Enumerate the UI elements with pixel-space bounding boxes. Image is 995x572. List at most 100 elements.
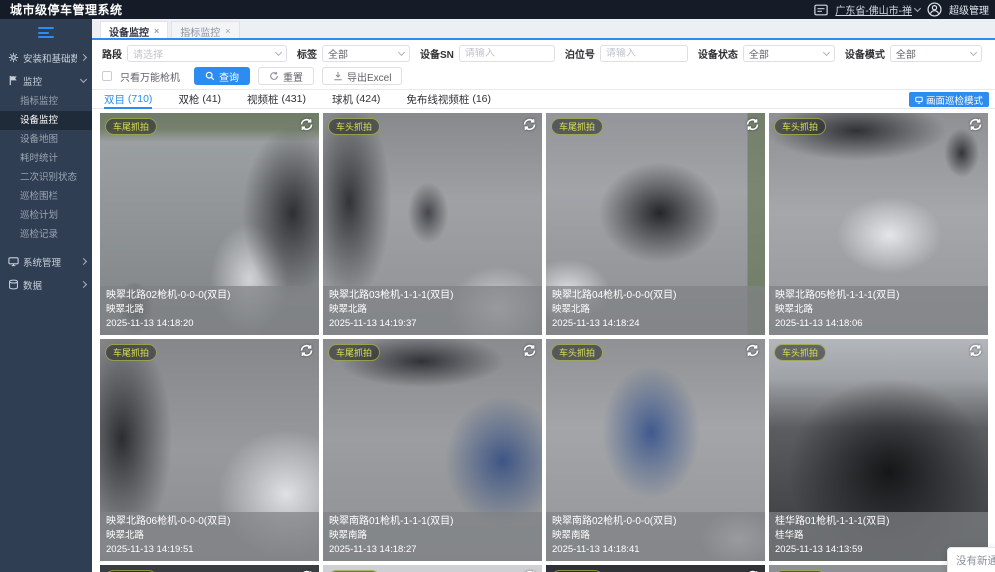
sidebar-item-patrol-fence[interactable]: 巡检围栏 xyxy=(0,187,92,206)
camera-card[interactable]: 车头抓拍 桂华路01枪机-1-1-1(双目) 桂华路 2025-11-13 14… xyxy=(769,339,988,561)
device-type-tabs: 双目 (710) 双枪 (41) 视频桩 (431) 球机 (424) 免布线视… xyxy=(92,89,995,109)
road-select[interactable]: 请选择 xyxy=(127,45,287,62)
notification-toast: 没有新通知 xyxy=(947,547,995,572)
tab-video-pile[interactable]: 视频桩 (431) xyxy=(247,90,306,108)
sidebar-item-indicator-monitor[interactable]: 指标监控 xyxy=(0,92,92,111)
tab-binocular[interactable]: 双目 (710) xyxy=(104,90,152,108)
camera-road: 映翠北路 xyxy=(329,303,536,317)
camera-card[interactable]: 车尾抓拍 映翠南路01枪机-1-1-1(双目) 映翠南路 2025-11-13 … xyxy=(323,339,542,561)
sidebar-item-patrol-plan[interactable]: 巡检计划 xyxy=(0,206,92,225)
camera-card[interactable]: 车头抓拍 映翠北路05枪机-1-1-1(双目) 映翠北路 2025-11-13 … xyxy=(769,113,988,335)
chevron-right-icon xyxy=(80,258,87,265)
sidebar-group-install-base-data[interactable]: 安装和基础数据 xyxy=(0,46,92,69)
export-icon xyxy=(333,71,343,81)
app-window: 城市级停车管理系统 广东省-佛山市-禅 超级管理 安装和基础数据 xyxy=(0,0,995,572)
chevron-down-icon xyxy=(275,49,282,56)
tab-label: 双枪 xyxy=(178,92,199,107)
patrol-mode-label: 画面巡检模式 xyxy=(926,93,983,107)
camera-timestamp: 2025-11-13 14:18:06 xyxy=(775,317,982,331)
camera-card[interactable]: 车尾抓拍 映翠北路04枪机-0-0-0(双目) 映翠北路 2025-11-13 … xyxy=(546,113,765,335)
only-universal-camera-checkbox[interactable] xyxy=(102,71,112,81)
refresh-icon[interactable] xyxy=(299,117,314,132)
username-label[interactable]: 超级管理 xyxy=(949,2,989,17)
camera-name: 映翠北路02枪机-0-0-0(双目) xyxy=(106,289,313,303)
sidebar-group-system-management[interactable]: 系统管理 xyxy=(0,250,92,273)
camera-name: 映翠南路02枪机-0-0-0(双目) xyxy=(552,515,759,529)
sidebar-group-label: 系统管理 xyxy=(23,255,77,269)
sidebar-item-secondary-recognition-status[interactable]: 二次识别状态 xyxy=(0,168,92,187)
database-icon xyxy=(8,279,19,290)
camera-name: 映翠南路01枪机-1-1-1(双目) xyxy=(329,515,536,529)
sidebar-item-time-stats[interactable]: 耗时统计 xyxy=(0,149,92,168)
sidebar-group-monitoring[interactable]: 监控 xyxy=(0,69,92,92)
screen-patrol-mode-button[interactable]: 画面巡检模式 xyxy=(909,92,989,107)
camera-grid: 车尾抓拍 映翠北路02枪机-0-0-0(双目) 映翠北路 2025-11-13 … xyxy=(92,109,995,572)
sidebar-group-data[interactable]: 数据 xyxy=(0,273,92,296)
device-mode-select[interactable]: 全部 xyxy=(890,45,982,62)
refresh-icon[interactable] xyxy=(745,117,760,132)
berth-number-input[interactable] xyxy=(606,48,682,59)
tab-count: (16) xyxy=(472,93,491,105)
capture-type-badge: 车尾抓拍 xyxy=(551,118,603,135)
capture-type-badge: 车头抓拍 xyxy=(551,344,603,361)
device-sn-input[interactable] xyxy=(465,48,549,59)
camera-timestamp: 2025-11-13 14:19:51 xyxy=(106,543,313,557)
search-icon xyxy=(205,71,215,81)
camera-card[interactable]: 车头抓拍 映翠北路03枪机-1-1-1(双目) 映翠北路 2025-11-13 … xyxy=(323,113,542,335)
tab-indicator-monitor[interactable]: 指标监控 × xyxy=(171,21,239,40)
avatar-icon[interactable] xyxy=(927,2,942,17)
filter-panel: 路段 请选择 标签 全部 设备SN xyxy=(92,40,995,89)
camera-info-overlay: 映翠北路04枪机-0-0-0(双目) 映翠北路 2025-11-13 14:18… xyxy=(546,286,765,335)
sidebar: 安装和基础数据 监控 指标监控 设备监控 设备地图 耗时统计 二次识别状态 巡检… xyxy=(0,19,92,572)
refresh-icon[interactable] xyxy=(968,117,983,132)
tab-dome-camera[interactable]: 球机 (424) xyxy=(332,90,380,108)
camera-card[interactable]: 车头抓拍 映翠南路02枪机-0-0-0(双目) 映翠南路 2025-11-13 … xyxy=(546,339,765,561)
camera-info-overlay: 映翠北路06枪机-0-0-0(双目) 映翠北路 2025-11-13 14:19… xyxy=(100,512,319,561)
tab-label: 免布线视频桩 xyxy=(406,92,469,107)
camera-name: 映翠北路06枪机-0-0-0(双目) xyxy=(106,515,313,529)
tab-device-monitor[interactable]: 设备监控 × xyxy=(100,21,168,40)
camera-timestamp: 2025-11-13 14:18:24 xyxy=(552,317,759,331)
refresh-icon[interactable] xyxy=(968,343,983,358)
collapse-menu-icon[interactable] xyxy=(38,27,54,38)
tab-count: (431) xyxy=(281,93,306,105)
reset-button[interactable]: 重置 xyxy=(258,67,314,85)
close-icon[interactable]: × xyxy=(225,27,230,36)
refresh-icon[interactable] xyxy=(522,117,537,132)
chevron-right-icon xyxy=(80,281,87,288)
capture-type-badge: 车尾抓拍 xyxy=(328,344,380,361)
camera-card[interactable]: 车尾抓拍 映翠北路06枪机-0-0-0(双目) 映翠北路 2025-11-13 … xyxy=(100,339,319,561)
tab-label: 设备监控 xyxy=(109,24,149,39)
device-mode-value: 全部 xyxy=(896,46,967,61)
sidebar-item-device-monitor[interactable]: 设备监控 xyxy=(0,111,92,130)
export-excel-button[interactable]: 导出Excel xyxy=(322,67,402,85)
tab-dual-gun[interactable]: 双枪 (41) xyxy=(178,90,221,108)
refresh-icon[interactable] xyxy=(522,343,537,358)
search-button[interactable]: 查询 xyxy=(194,67,250,85)
camera-card[interactable]: 车头抓拍 xyxy=(323,565,542,572)
mode-filter-label: 设备模式 xyxy=(845,46,885,61)
flag-icon xyxy=(8,75,19,86)
tab-label: 视频桩 xyxy=(247,92,279,107)
chevron-down-icon xyxy=(914,5,921,12)
region-selector[interactable]: 广东省-佛山市-禅 xyxy=(835,2,920,17)
camera-card[interactable]: 车尾抓拍 映翠北路02枪机-0-0-0(双目) 映翠北路 2025-11-13 … xyxy=(100,113,319,335)
monitor-icon xyxy=(8,256,19,267)
device-status-select[interactable]: 全部 xyxy=(743,45,835,62)
tag-select[interactable]: 全部 xyxy=(322,45,410,62)
gear-icon xyxy=(8,52,19,63)
camera-road: 映翠北路 xyxy=(106,303,313,317)
refresh-icon[interactable] xyxy=(745,343,760,358)
sidebar-item-patrol-records[interactable]: 巡检记录 xyxy=(0,225,92,244)
sidebar-group-label: 监控 xyxy=(23,74,77,88)
tab-wireless-video-pile[interactable]: 免布线视频桩 (16) xyxy=(406,90,491,108)
close-icon[interactable]: × xyxy=(154,27,159,36)
tab-label: 球机 xyxy=(332,92,353,107)
refresh-icon[interactable] xyxy=(299,343,314,358)
region-text: 广东省-佛山市-禅 xyxy=(835,2,912,17)
camera-road: 映翠北路 xyxy=(106,529,313,543)
sidebar-item-device-map[interactable]: 设备地图 xyxy=(0,130,92,149)
camera-card[interactable]: 车尾抓拍 xyxy=(100,565,319,572)
only-universal-camera-label: 只看万能枪机 xyxy=(120,69,180,84)
camera-card[interactable]: 车尾抓拍 xyxy=(546,565,765,572)
